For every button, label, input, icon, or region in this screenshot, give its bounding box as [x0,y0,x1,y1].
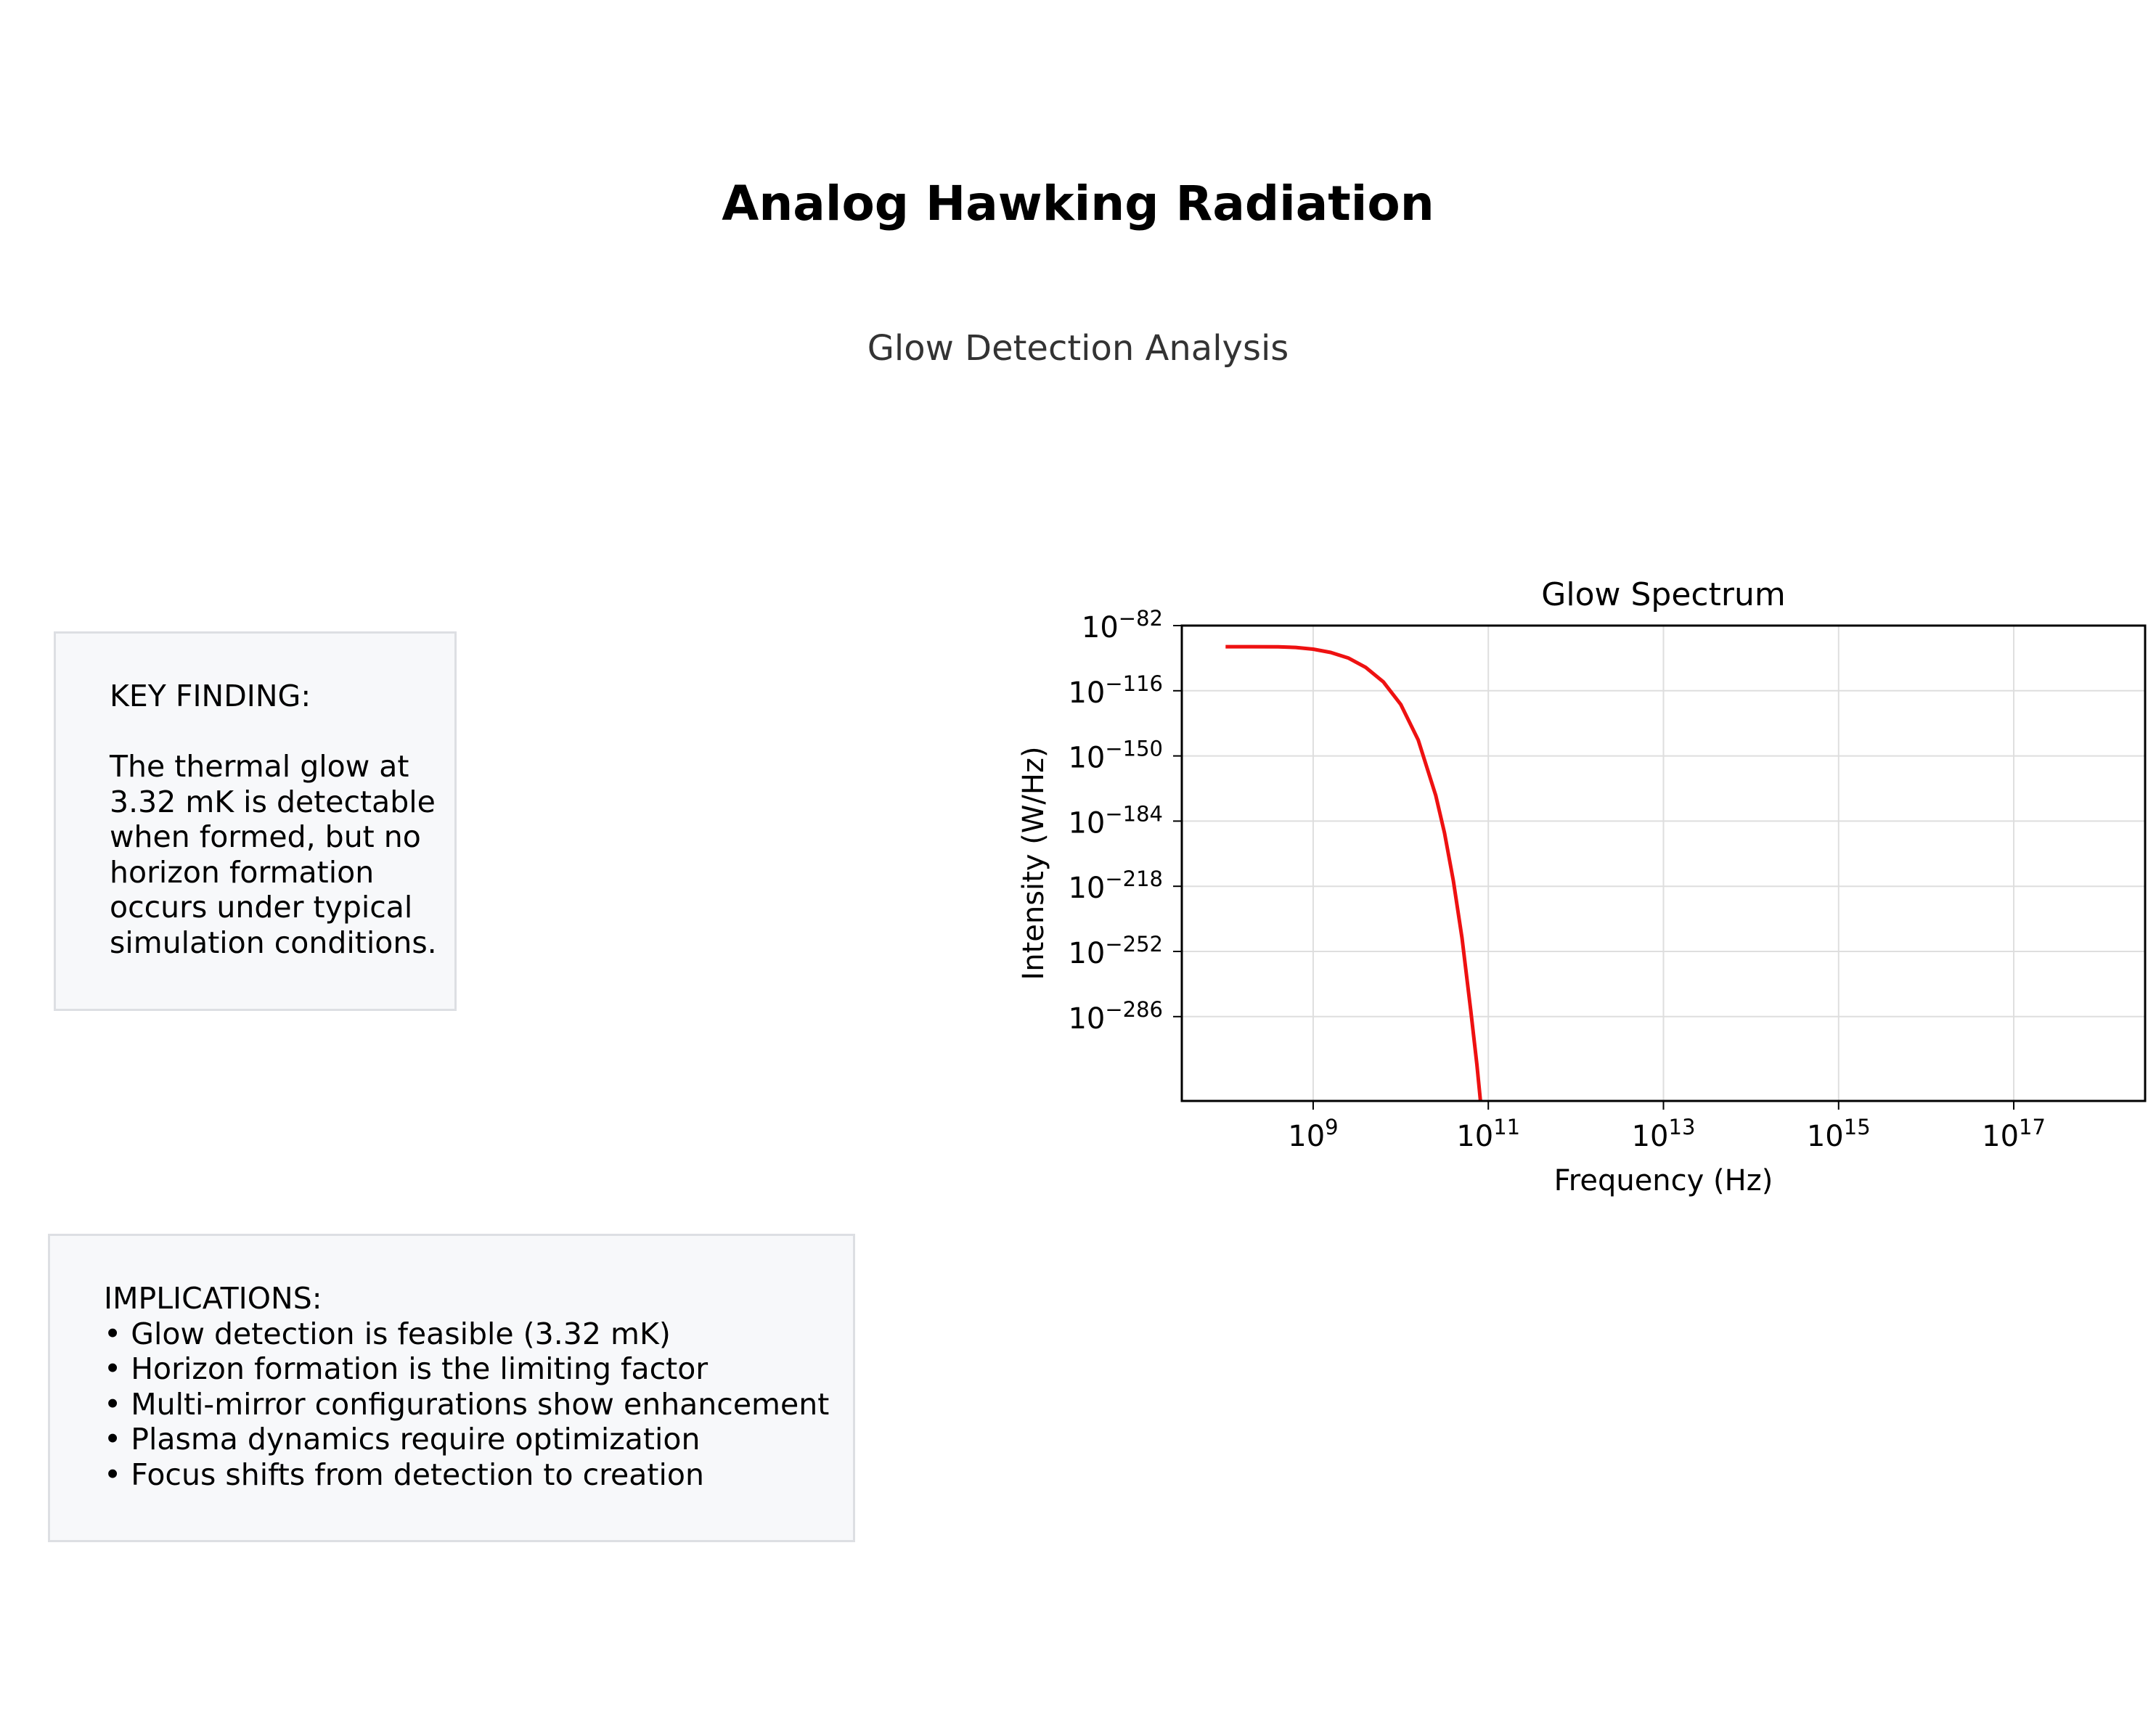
chart-y-axis-label: Intensity (W/Hz) [1017,746,1050,980]
y-tick-label: 10−184 [1068,801,1163,840]
spectrum-line [1225,644,1482,1102]
chart-x-axis-label: Frequency (Hz) [1554,1164,1773,1197]
y-tick-label: 10−116 [1068,671,1163,710]
y-tick-label: 10−82 [1082,606,1163,644]
x-tick-label: 1015 [1807,1115,1871,1153]
y-tick-label: 10−150 [1068,737,1163,775]
x-tick-label: 1013 [1632,1115,1696,1153]
chart-ticks: 109 1011 1013 1015 1017 10−82 10−116 10−150 10−1… [1068,606,2046,1153]
y-tick-label: 10−252 [1068,932,1163,970]
x-tick-label: 1017 [1982,1115,2046,1153]
glow-spectrum-chart: 109 1011 1013 1015 1017 10−82 10−116 10−150 10−1… [1017,576,2147,1197]
chart-series [1225,644,1482,1102]
y-tick-label: 10−218 [1068,867,1163,905]
x-tick-label: 1011 [1456,1115,1520,1153]
x-tick-label: 109 [1288,1115,1338,1153]
chart-grid [1182,625,2145,1101]
chart-title: Glow Spectrum [1541,576,1785,613]
y-tick-label: 10−286 [1068,997,1163,1036]
